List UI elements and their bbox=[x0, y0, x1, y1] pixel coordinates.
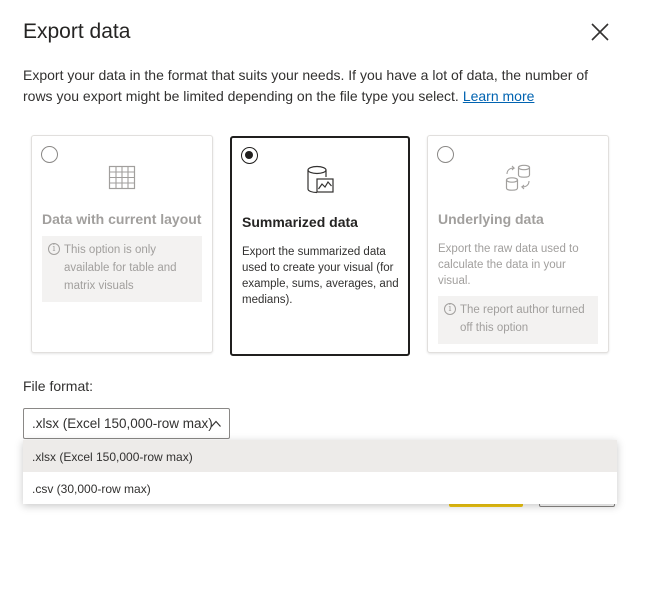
file-format-select[interactable]: .xlsx (Excel 150,000-row max) bbox=[23, 408, 230, 439]
dialog-description: Export your data in the format that suit… bbox=[23, 65, 613, 107]
file-format-label: File format: bbox=[23, 378, 94, 394]
radio-current-layout[interactable] bbox=[41, 146, 58, 163]
info-text-underlying: The report author turned off this option bbox=[460, 304, 585, 334]
table-icon bbox=[108, 165, 136, 190]
radio-underlying[interactable] bbox=[437, 146, 454, 163]
dropdown-option-xlsx[interactable]: .xlsx (Excel 150,000-row max) bbox=[23, 440, 617, 472]
option-card-summarized[interactable]: Summarized data Export the summarized da… bbox=[230, 136, 410, 356]
info-box-current-layout: i This option is only available for tabl… bbox=[42, 236, 202, 302]
file-format-selected-value: .xlsx (Excel 150,000-row max) bbox=[32, 416, 213, 431]
option-card-current-layout[interactable]: Data with current layout i This option i… bbox=[31, 135, 213, 353]
chevron-up-icon bbox=[211, 420, 221, 427]
info-icon: i bbox=[48, 243, 60, 255]
dialog-title: Export data bbox=[23, 20, 131, 43]
underlying-data-icon bbox=[505, 164, 531, 191]
radio-summarized[interactable] bbox=[241, 147, 258, 164]
info-text-current-layout: This option is only available for table … bbox=[64, 244, 177, 292]
option-card-underlying[interactable]: Underlying data Export the raw data used… bbox=[427, 135, 609, 353]
info-box-underlying: i The report author turned off this opti… bbox=[438, 296, 598, 344]
close-icon bbox=[591, 23, 609, 41]
close-button[interactable] bbox=[586, 18, 614, 46]
option-title-summarized: Summarized data bbox=[242, 214, 358, 230]
option-title-underlying: Underlying data bbox=[438, 211, 544, 227]
file-format-dropdown: .xlsx (Excel 150,000-row max) .csv (30,0… bbox=[23, 440, 617, 504]
summarized-data-icon bbox=[307, 165, 334, 194]
info-icon: i bbox=[444, 303, 456, 315]
option-desc-underlying: Export the raw data used to calculate th… bbox=[438, 243, 579, 287]
learn-more-link[interactable]: Learn more bbox=[463, 88, 535, 104]
option-desc-summarized: Export the summarized data used to creat… bbox=[242, 246, 399, 306]
option-title-current-layout: Data with current layout bbox=[42, 211, 202, 227]
dropdown-option-csv[interactable]: .csv (30,000-row max) bbox=[23, 472, 617, 504]
